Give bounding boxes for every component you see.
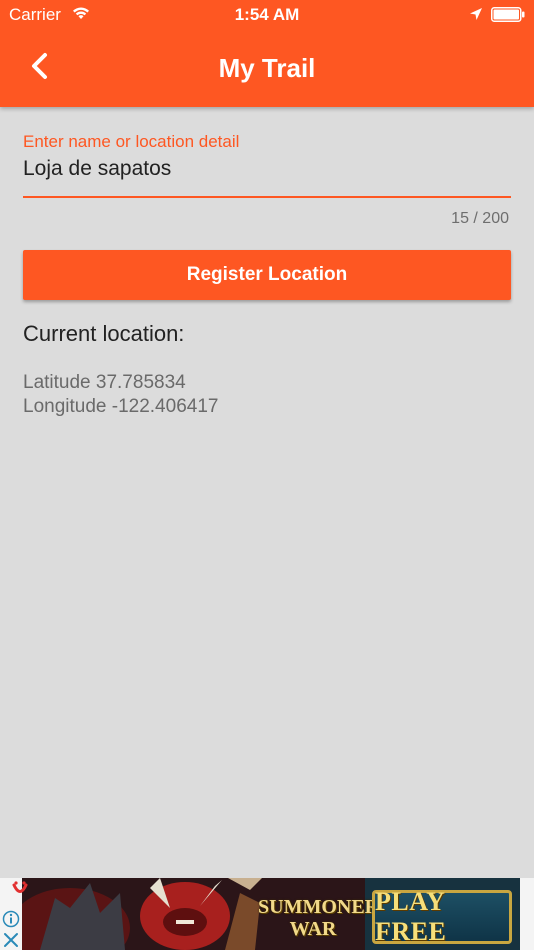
summoners-war-logo: SUMMONERS WAR xyxy=(258,896,391,940)
status-bar: Carrier 1:54 AM xyxy=(0,0,534,30)
latitude-value: Latitude 37.785834 xyxy=(23,372,186,393)
input-underline xyxy=(23,196,511,198)
nav-bar: My Trail xyxy=(0,30,534,107)
character-counter: 15 / 200 xyxy=(451,210,509,227)
location-arrow-icon xyxy=(469,7,483,26)
name-field-label: Enter name or location detail xyxy=(23,132,240,151)
register-location-button[interactable]: Register Location xyxy=(23,250,511,300)
logo-line-1: SUMMONERS xyxy=(258,896,391,918)
close-icon[interactable] xyxy=(2,931,20,950)
clock: 1:54 AM xyxy=(234,5,300,24)
ad-right-strip xyxy=(520,878,534,950)
page-title: My Trail xyxy=(218,53,316,83)
longitude-value: Longitude -122.406417 xyxy=(23,396,219,417)
battery-icon xyxy=(491,7,525,27)
name-input[interactable] xyxy=(23,153,511,185)
brand-badge-icon xyxy=(10,880,30,900)
current-location-heading: Current location: xyxy=(23,321,185,346)
app-screen: Carrier 1:54 AM My Trail Enter name or l… xyxy=(0,0,534,950)
logo-line-2: WAR xyxy=(289,918,337,940)
header: Carrier 1:54 AM My Trail xyxy=(0,0,534,107)
info-icon[interactable] xyxy=(2,910,20,933)
play-free-button[interactable]: PLAY FREE xyxy=(372,887,512,946)
